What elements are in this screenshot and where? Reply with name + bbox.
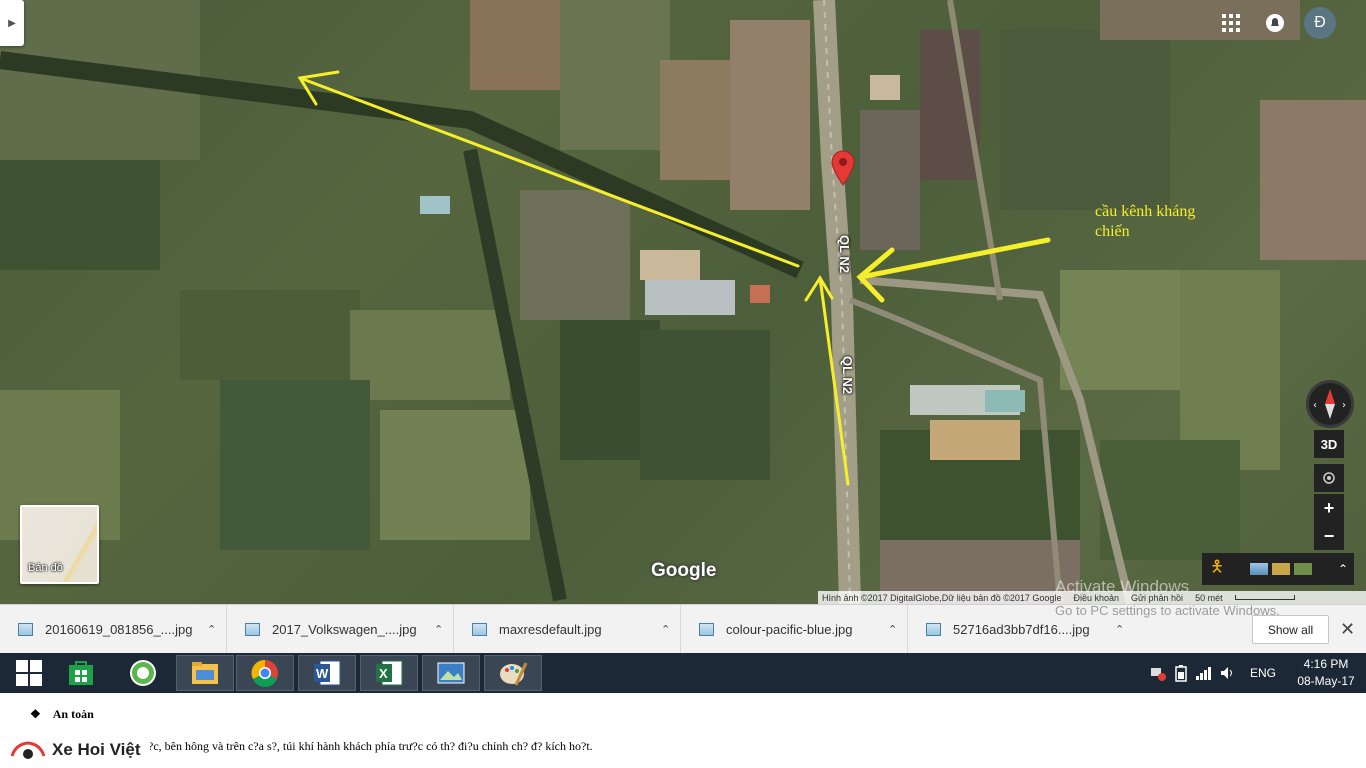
chevron-up-icon[interactable]: ⌃ — [1115, 623, 1124, 636]
side-panel-toggle[interactable]: ▶ — [0, 0, 24, 46]
activate-windows-hint: Go to PC settings to activate Windows. — [1055, 603, 1280, 618]
download-item[interactable]: maxresdefault.jpg ⌃ — [454, 604, 681, 654]
chevron-up-icon[interactable]: ⌃ — [888, 623, 897, 636]
file-explorer-icon[interactable] — [176, 655, 234, 691]
view-3d-button[interactable]: 3D — [1314, 430, 1344, 458]
download-file-name: 2017_Volkswagen_....jpg — [272, 621, 417, 637]
google-logo: Google — [651, 560, 717, 581]
photos-app-icon[interactable] — [422, 655, 480, 691]
background-document: ❖ An toàn ?c, bên hông và trên c?a s?, t… — [0, 693, 1366, 768]
network-warning-icon[interactable] — [1150, 653, 1166, 693]
word-app-icon[interactable]: W — [298, 655, 356, 691]
svg-text:W: W — [316, 666, 329, 681]
chevron-up-icon[interactable]: ⌃ — [207, 623, 216, 636]
signal-strength-icon[interactable] — [1196, 653, 1212, 693]
paint-app-icon[interactable] — [484, 655, 542, 691]
clock-time: 4:16 PM — [1303, 657, 1349, 671]
system-clock[interactable]: 4:16 PM 08-May-17 — [1290, 656, 1362, 690]
annotation-line-2: chiến — [1095, 223, 1130, 240]
windows-start-icon[interactable] — [0, 655, 58, 691]
terms-link[interactable]: Điều khoản — [1073, 593, 1119, 603]
chevron-up-icon[interactable]: ⌃ — [661, 623, 670, 636]
download-item[interactable]: colour-pacific-blue.jpg ⌃ — [681, 604, 908, 654]
feedback-link[interactable]: Gửi phản hồi — [1131, 593, 1183, 603]
thumbnail-3[interactable] — [1294, 563, 1312, 575]
clock-date: 08-May-17 — [1297, 674, 1355, 688]
download-item[interactable]: 20160619_081856_....jpg ⌃ — [0, 604, 227, 654]
close-download-shelf-icon[interactable]: ✕ — [1340, 619, 1355, 640]
show-all-downloads-button[interactable]: Show all — [1252, 615, 1329, 644]
layer-toggle-label: Bản đồ — [28, 562, 63, 574]
download-file-name: colour-pacific-blue.jpg — [726, 621, 853, 637]
account-avatar[interactable]: Đ — [1304, 7, 1336, 39]
satellite-imagery — [0, 0, 1366, 604]
zoom-in-button[interactable]: + — [1314, 494, 1344, 522]
compass-icon[interactable]: ‹ › — [1306, 380, 1354, 428]
pegman-icon[interactable]: 🯅 — [1210, 556, 1232, 583]
road-label-ql-n2: QL N2 — [837, 235, 852, 274]
imagery-strip[interactable]: 🯅 ⌃ — [1202, 553, 1354, 585]
brand-name: Xe Hoi Việt — [52, 739, 141, 759]
svg-text:X: X — [379, 666, 388, 681]
volume-icon[interactable] — [1220, 653, 1236, 693]
scale-bar — [1234, 595, 1295, 600]
doc-line: ?c, bên hông và trên c?a s?, túi khí hàn… — [148, 739, 593, 753]
chevron-up-icon[interactable]: ⌃ — [434, 623, 443, 636]
satellite-map[interactable]: ▶ Đ QL N2 QL N2 cầu kênh kháng chiến Bản… — [0, 0, 1366, 604]
download-file-name: maxresdefault.jpg — [499, 621, 602, 637]
road-label-ql-n2-south: QL N2 — [840, 356, 855, 395]
input-language[interactable]: ENG — [1250, 653, 1276, 693]
download-file-name: 52716ad3bb7df16....jpg — [953, 621, 1090, 637]
apps-grid-icon[interactable] — [1216, 8, 1246, 38]
xehoiviet-logo: Xe Hoi Việt — [0, 731, 150, 768]
location-pin-icon[interactable] — [830, 150, 856, 186]
image-file-icon — [245, 622, 260, 636]
download-item[interactable]: 2017_Volkswagen_....jpg ⌃ — [227, 604, 454, 654]
thumbnail-2[interactable] — [1272, 563, 1290, 575]
svg-text:‹: ‹ — [1313, 400, 1317, 411]
download-shelf: 20160619_081856_....jpg ⌃ 2017_Volkswage… — [0, 603, 1366, 654]
excel-app-icon[interactable]: X — [360, 655, 418, 691]
my-location-icon[interactable] — [1314, 464, 1344, 492]
map-layer-toggle[interactable]: Bản đồ — [20, 505, 99, 584]
image-file-icon — [926, 622, 941, 636]
chrome-browser-icon[interactable] — [236, 655, 294, 691]
imagery-credit: Hình ảnh ©2017 DigitalGlobe,Dữ liệu bản … — [822, 592, 1062, 603]
zoom-out-button[interactable]: − — [1314, 522, 1344, 550]
doc-heading: An toàn — [52, 707, 94, 721]
bridge-annotation: cầu kênh kháng chiến — [1095, 202, 1255, 242]
image-file-icon — [18, 622, 33, 636]
car-logo-icon — [10, 740, 46, 759]
battery-icon[interactable] — [1174, 653, 1188, 693]
annotation-line-1: cầu kênh kháng — [1095, 203, 1196, 220]
diamond-bullet-icon: ❖ — [30, 707, 41, 721]
notifications-bell-icon[interactable] — [1260, 8, 1290, 38]
download-file-name: 20160619_081856_....jpg — [45, 621, 193, 637]
store-app-icon[interactable] — [52, 655, 110, 691]
doc-bullet-heading: ❖ An toàn — [30, 707, 94, 722]
scale-label: 50 mét — [1195, 592, 1223, 603]
coccoc-browser-icon[interactable] — [114, 655, 172, 691]
image-file-icon — [699, 622, 714, 636]
image-file-icon — [472, 622, 487, 636]
svg-text:›: › — [1342, 400, 1346, 411]
thumbnail-1[interactable] — [1250, 563, 1268, 575]
windows-taskbar: W X ENG 4:16 PM 08-May-17 — [0, 653, 1366, 693]
expand-chevron-icon[interactable]: ⌃ — [1338, 562, 1348, 576]
